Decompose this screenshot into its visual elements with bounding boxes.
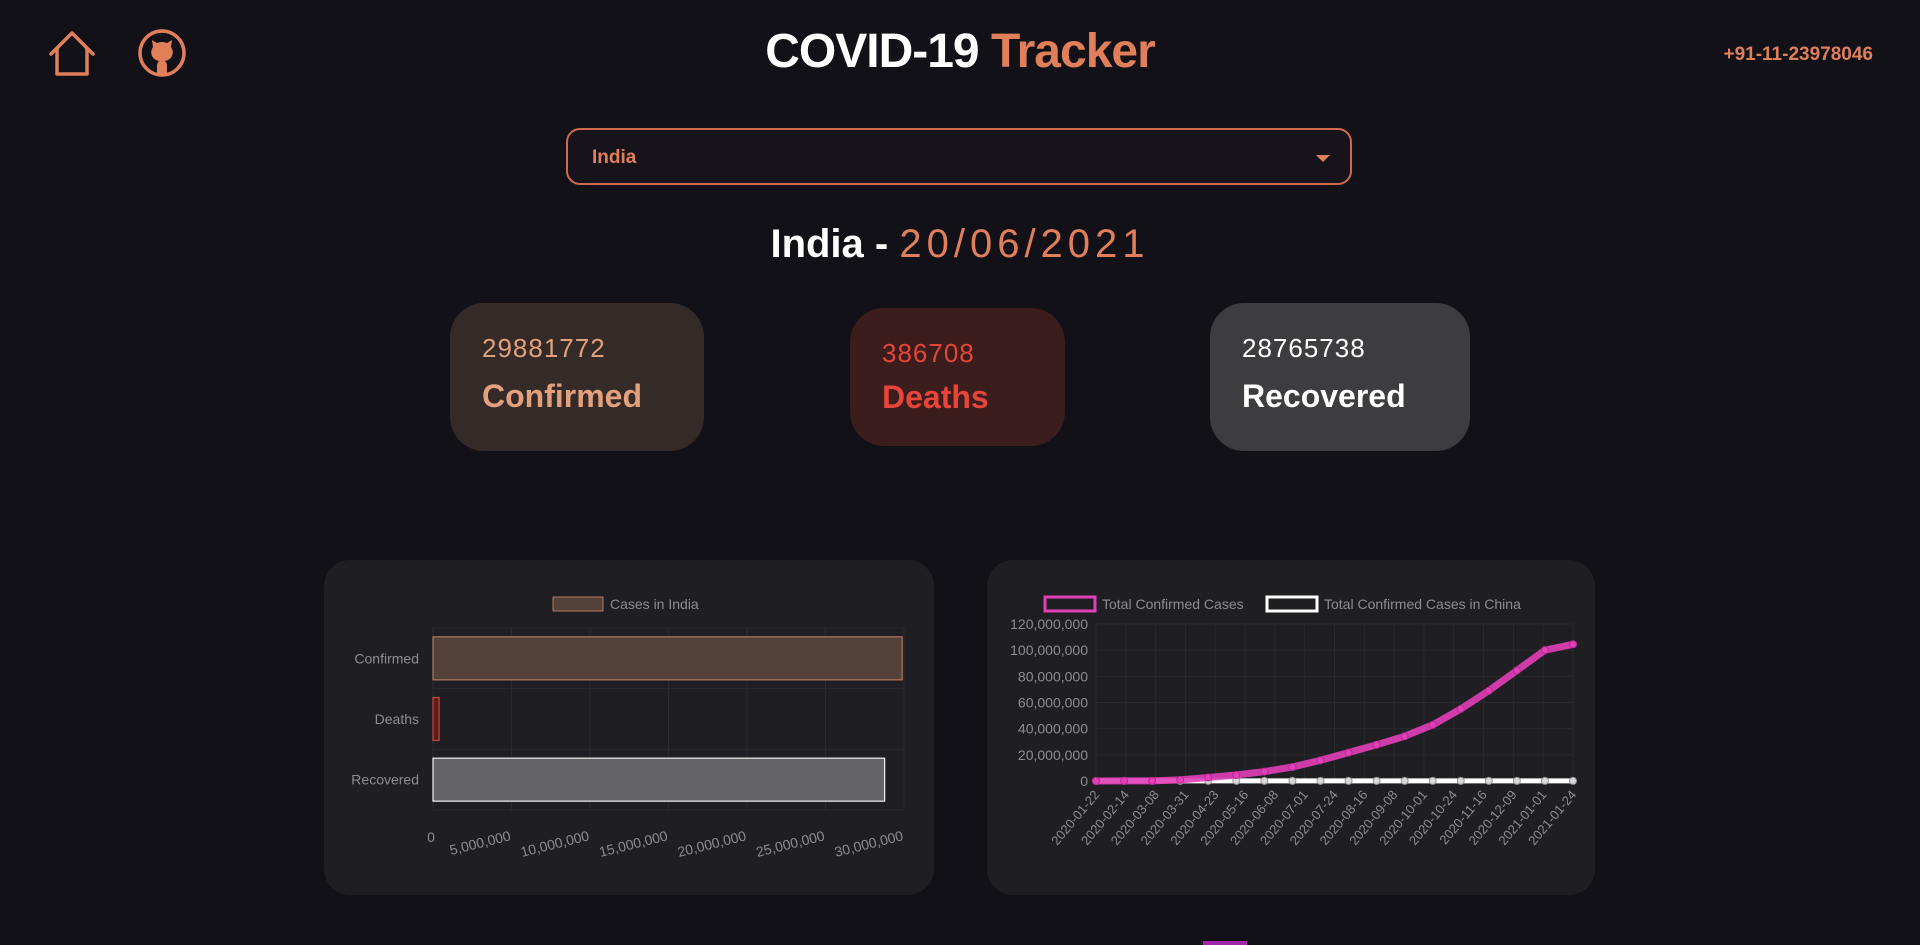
y-tick-label: Recovered	[351, 772, 419, 788]
bar-deaths	[432, 696, 440, 742]
point-india	[1344, 748, 1353, 757]
point-india	[1569, 640, 1577, 649]
recovered-value: 28765738	[1242, 333, 1366, 363]
title-part2: Tracker	[990, 25, 1156, 78]
y-tick-label: 80,000,000	[1018, 668, 1088, 684]
point-india	[1260, 767, 1269, 776]
point-india	[1400, 732, 1409, 741]
point-india	[1372, 740, 1381, 749]
y-tick-label: 20,000,000	[1018, 747, 1088, 763]
x-tick-label: 10,000,000	[519, 827, 591, 860]
app-title: COVID-19 Tracker	[0, 24, 1920, 79]
point-india	[1204, 773, 1213, 782]
y-tick-label: 40,000,000	[1018, 721, 1088, 737]
legend-label-india: Total Confirmed Cases	[1102, 596, 1244, 612]
point-india	[1428, 720, 1437, 729]
legend-label-china: Total Confirmed Cases in China	[1324, 596, 1521, 612]
helpline-phone[interactable]: +91-11-23978046	[1723, 44, 1873, 66]
line-chart: 0 20,000,000 40,000,000 60,000,000 80,000,00…	[1010, 595, 1579, 848]
bar-recovered	[432, 757, 886, 802]
point-india	[1456, 704, 1465, 713]
point-india	[1288, 763, 1297, 772]
point-india	[1148, 776, 1157, 785]
point-china	[1540, 776, 1549, 785]
deaths-card: 386708 Deaths	[850, 308, 1065, 446]
legend-swatch-cases	[552, 596, 604, 612]
country-select[interactable]: India	[566, 128, 1352, 185]
legend-swatch-india	[1043, 595, 1097, 613]
recovered-label: Recovered	[1242, 378, 1406, 414]
heading-date: 20/06/2021	[899, 222, 1150, 266]
point-india	[1092, 776, 1100, 785]
confirmed-value: 29881772	[482, 333, 606, 363]
point-india	[1232, 770, 1241, 779]
x-tick-label: 5,000,000	[448, 827, 513, 858]
point-india	[1540, 646, 1549, 655]
y-tick-label: 120,000,000	[1010, 616, 1088, 632]
bar-chart-panel: Cases in India Confirmed Deaths Recovered 0 5…	[324, 560, 934, 895]
point-china	[1260, 776, 1269, 785]
y-tick-label: 100,000,000	[1010, 642, 1088, 658]
bar-chart: Cases in India Confirmed Deaths Recovered 0 5…	[351, 596, 905, 860]
bar-confirmed	[432, 636, 903, 681]
y-tick-label: 60,000,000	[1018, 695, 1088, 711]
country-select-value: India	[592, 147, 637, 168]
legend-swatch-china	[1265, 595, 1319, 613]
point-china	[1484, 776, 1493, 785]
point-china	[1316, 776, 1325, 785]
x-tick-label: 30,000,000	[833, 827, 905, 860]
y-tick-label: 0	[1080, 773, 1088, 789]
point-india	[1484, 686, 1493, 695]
confirmed-label: Confirmed	[482, 378, 642, 414]
recovered-card: 28765738 Recovered	[1210, 303, 1470, 451]
point-china	[1512, 776, 1521, 785]
point-china	[1288, 776, 1297, 785]
x-tick-label: 25,000,000	[754, 827, 826, 860]
confirmed-card: 29881772 Confirmed	[450, 303, 704, 451]
point-china	[1400, 776, 1409, 785]
x-tick-label: 15,000,000	[597, 827, 669, 860]
point-india	[1512, 666, 1521, 675]
country-date-heading: India - 20/06/2021	[0, 222, 1920, 267]
point-china	[1428, 776, 1437, 785]
point-china	[1344, 776, 1353, 785]
x-tick-label: 0	[427, 829, 435, 845]
point-china	[1456, 776, 1465, 785]
point-china	[1569, 776, 1577, 785]
deaths-label: Deaths	[882, 379, 989, 415]
scroll-indicator	[1203, 941, 1247, 945]
title-part1: COVID-19	[765, 25, 979, 78]
y-tick-label: Confirmed	[354, 650, 419, 666]
point-china	[1372, 776, 1381, 785]
deaths-value: 386708	[882, 338, 975, 368]
heading-country: India	[770, 222, 864, 266]
legend-label-cases: Cases in India	[610, 596, 699, 612]
line-chart-panel: 0 20,000,000 40,000,000 60,000,000 80,000,00…	[987, 560, 1595, 895]
point-india	[1316, 756, 1325, 765]
y-tick-label: Deaths	[375, 711, 419, 727]
point-india	[1176, 775, 1185, 784]
heading-separator: -	[863, 222, 900, 266]
point-india	[1120, 776, 1129, 785]
caret-down-icon	[1316, 155, 1330, 162]
x-tick-label: 20,000,000	[676, 827, 748, 860]
